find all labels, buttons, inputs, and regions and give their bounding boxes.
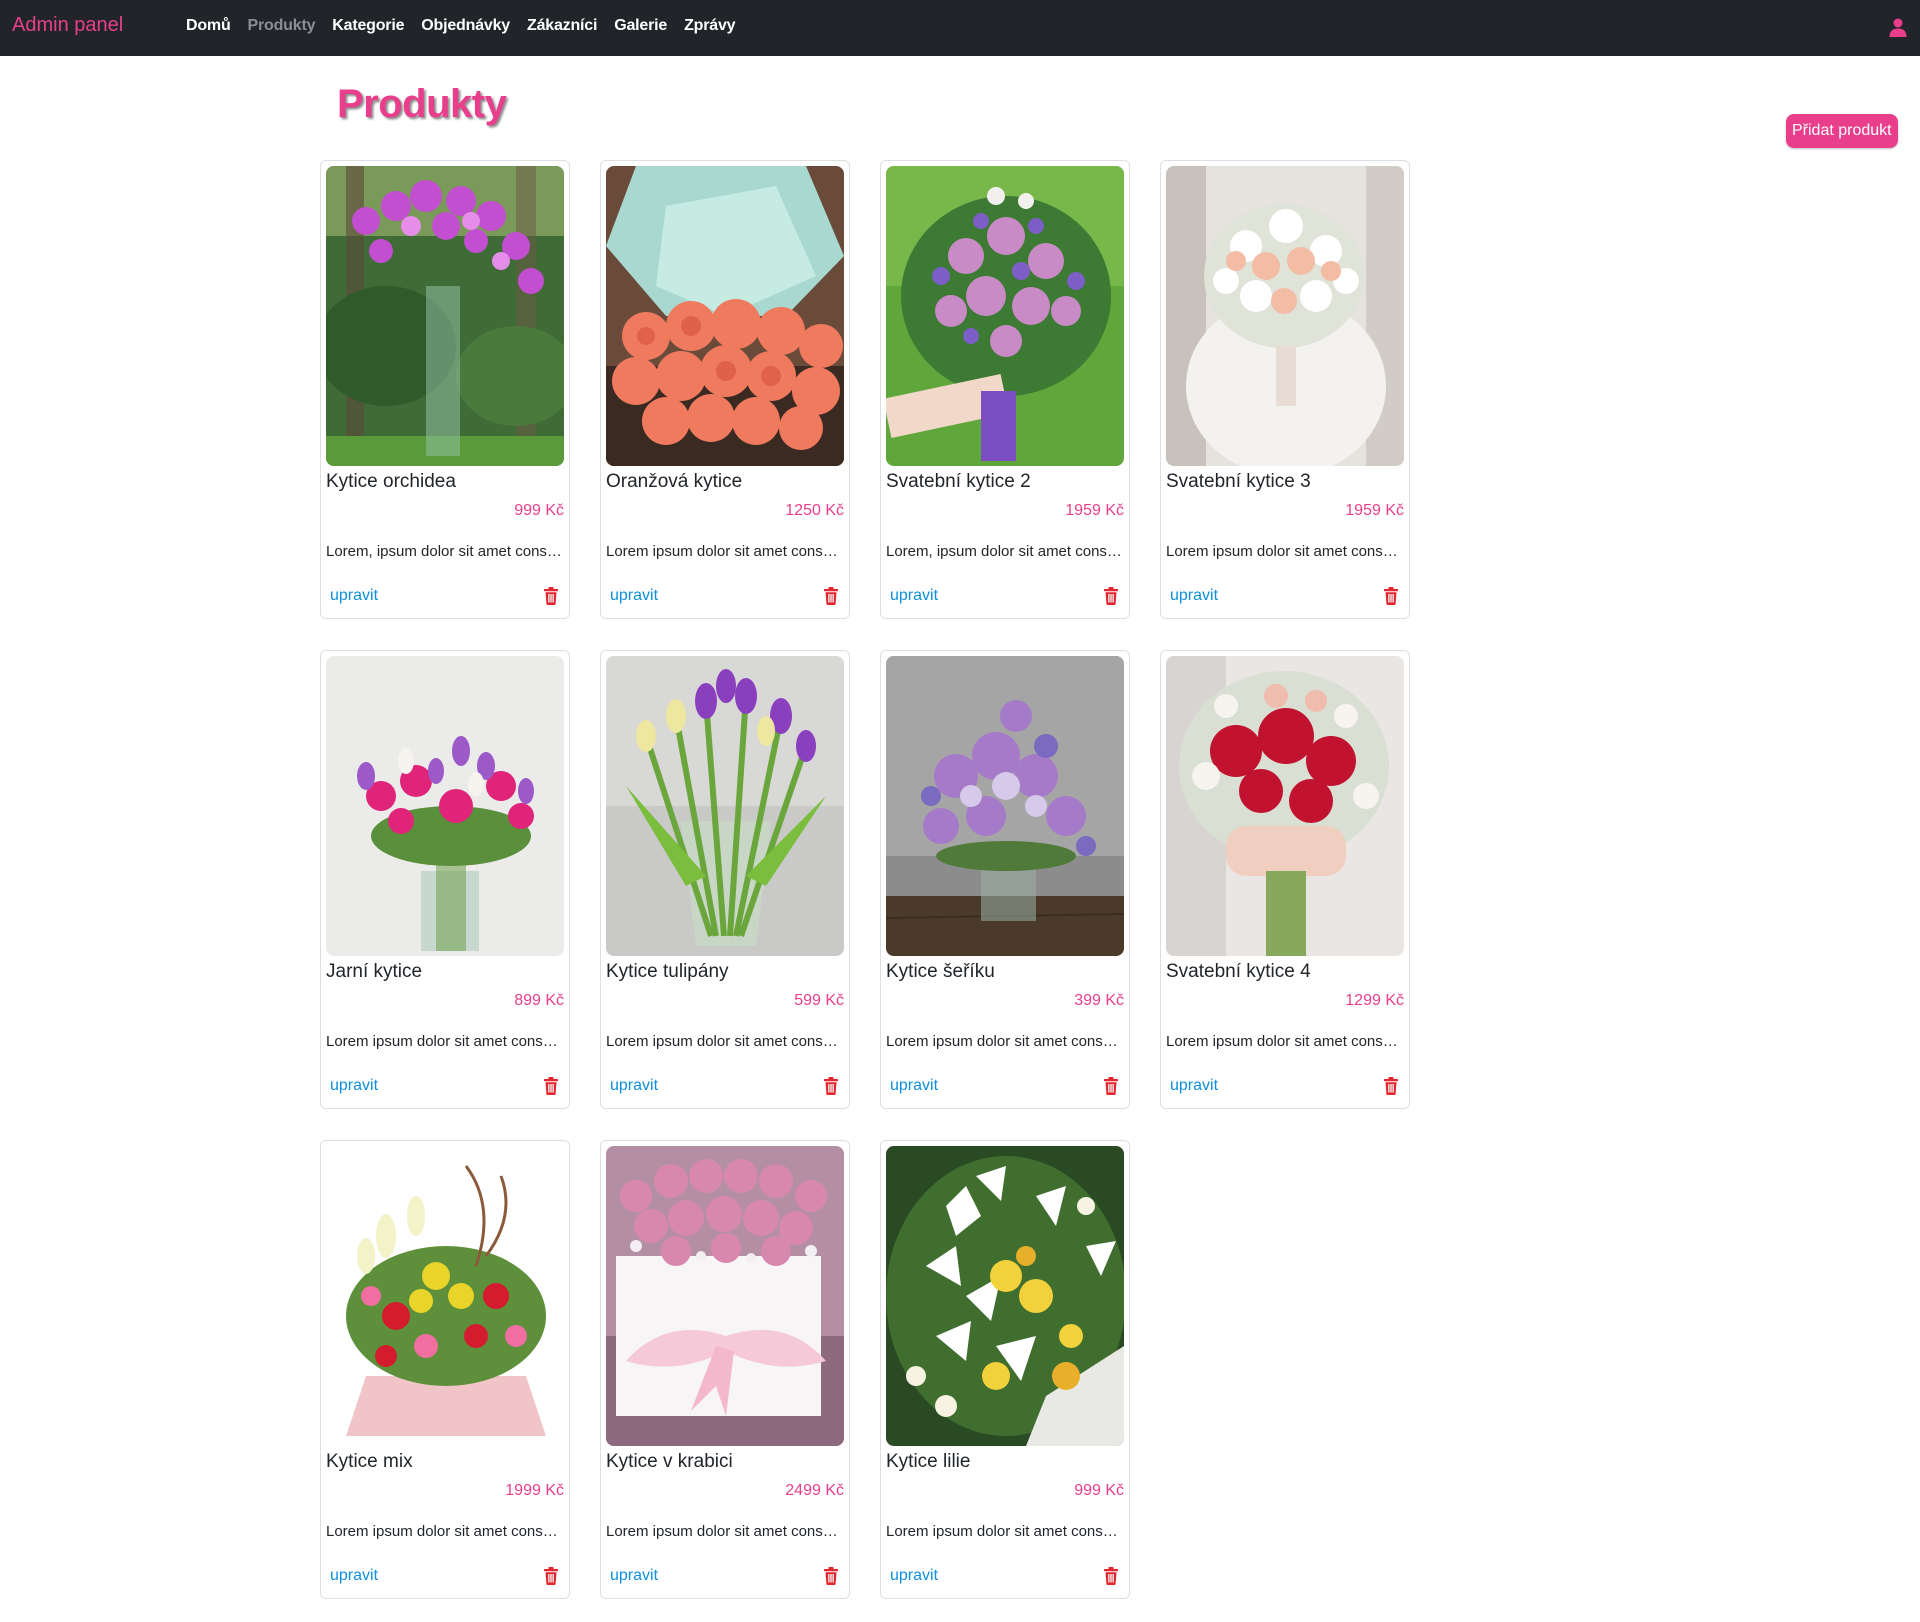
product-price: 1959 Kč bbox=[1345, 502, 1404, 519]
product-price: 899 Kč bbox=[514, 992, 564, 1009]
edit-product-link[interactable]: upravit bbox=[890, 587, 938, 605]
product-description: Lorem ipsum dolor sit amet consectetur a… bbox=[1166, 1033, 1406, 1050]
top-navbar: Admin panel Domů Produkty Kategorie Obje… bbox=[0, 0, 1920, 56]
brand-link[interactable]: Admin panel bbox=[12, 14, 123, 37]
product-name: Svatební kytice 4 bbox=[1166, 961, 1311, 982]
product-name: Kytice lilie bbox=[886, 1451, 971, 1472]
edit-product-link[interactable]: upravit bbox=[330, 1077, 378, 1095]
product-name: Kytice orchidea bbox=[326, 471, 456, 492]
trash-icon[interactable] bbox=[1383, 1077, 1399, 1095]
product-description: Lorem, ipsum dolor sit amet consectetur … bbox=[886, 543, 1126, 560]
product-card: Kytice mix 1999 Kč Lorem ipsum dolor sit… bbox=[320, 1140, 570, 1599]
edit-product-link[interactable]: upravit bbox=[890, 1077, 938, 1095]
nav-link-zpravy[interactable]: Zprávy bbox=[684, 17, 735, 35]
product-price: 599 Kč bbox=[794, 992, 844, 1009]
product-image-roses-box-photo bbox=[606, 1146, 844, 1446]
trash-icon[interactable] bbox=[1383, 587, 1399, 605]
nav-link-produkty[interactable]: Produkty bbox=[248, 17, 316, 35]
product-price: 399 Kč bbox=[1074, 992, 1124, 1009]
product-description: Lorem ipsum dolor sit amet consectetur a… bbox=[326, 1033, 566, 1050]
product-image-orchid-bouquet-photo bbox=[326, 166, 564, 466]
product-price: 1959 Kč bbox=[1065, 502, 1124, 519]
product-description: Lorem, ipsum dolor sit amet consectetur … bbox=[326, 543, 566, 560]
product-image-mixed-bouquet-photo bbox=[326, 1146, 564, 1446]
product-price: 1250 Kč bbox=[785, 502, 844, 519]
trash-icon[interactable] bbox=[1103, 1077, 1119, 1095]
page-title: Produkty bbox=[337, 82, 507, 126]
product-image-lilac-vase-photo bbox=[886, 656, 1124, 956]
trash-icon[interactable] bbox=[543, 1567, 559, 1585]
edit-product-link[interactable]: upravit bbox=[610, 1077, 658, 1095]
product-price: 2499 Kč bbox=[785, 1482, 844, 1499]
edit-product-link[interactable]: upravit bbox=[1170, 587, 1218, 605]
trash-icon[interactable] bbox=[823, 587, 839, 605]
product-card: Kytice tulipány 599 Kč Lorem ipsum dolor… bbox=[600, 650, 850, 1109]
product-image-orange-roses-photo bbox=[606, 166, 844, 466]
edit-product-link[interactable]: upravit bbox=[1170, 1077, 1218, 1095]
nav-link-galerie[interactable]: Galerie bbox=[614, 17, 667, 35]
edit-product-link[interactable]: upravit bbox=[610, 587, 658, 605]
product-name: Kytice v krabici bbox=[606, 1451, 733, 1472]
product-image-wedding-bouquet-purple-photo bbox=[886, 166, 1124, 466]
product-description: Lorem ipsum dolor sit amet consectetur a… bbox=[606, 1523, 846, 1540]
add-product-button[interactable]: Přidat produkt bbox=[1786, 114, 1898, 148]
trash-icon[interactable] bbox=[543, 587, 559, 605]
trash-icon[interactable] bbox=[823, 1077, 839, 1095]
product-card: Svatební kytice 3 1959 Kč Lorem ipsum do… bbox=[1160, 160, 1410, 619]
product-card: Svatební kytice 2 1959 Kč Lorem, ipsum d… bbox=[880, 160, 1130, 619]
edit-product-link[interactable]: upravit bbox=[610, 1567, 658, 1585]
trash-icon[interactable] bbox=[1103, 587, 1119, 605]
nav-link-objednavky[interactable]: Objednávky bbox=[421, 17, 510, 35]
product-name: Svatební kytice 2 bbox=[886, 471, 1031, 492]
product-card: Kytice v krabici 2499 Kč Lorem ipsum dol… bbox=[600, 1140, 850, 1599]
product-image-tulips-vase-photo bbox=[606, 656, 844, 956]
product-image-spring-bouquet-photo bbox=[326, 656, 564, 956]
product-image-wedding-bouquet-white-photo bbox=[1166, 166, 1404, 466]
product-description: Lorem ipsum dolor sit amet consectetur a… bbox=[606, 1033, 846, 1050]
product-card: Oranžová kytice 1250 Kč Lorem ipsum dolo… bbox=[600, 160, 850, 619]
product-card: Kytice orchidea 999 Kč Lorem, ipsum dolo… bbox=[320, 160, 570, 619]
nav-link-kategorie[interactable]: Kategorie bbox=[332, 17, 404, 35]
product-name: Kytice tulipány bbox=[606, 961, 729, 982]
product-image-wedding-bouquet-red-photo bbox=[1166, 656, 1404, 956]
product-description: Lorem ipsum dolor sit amet consectetur a… bbox=[1166, 543, 1406, 560]
product-price: 1299 Kč bbox=[1345, 992, 1404, 1009]
user-icon[interactable] bbox=[1888, 17, 1908, 37]
nav-link-domu[interactable]: Domů bbox=[186, 17, 231, 35]
product-price: 1999 Kč bbox=[505, 1482, 564, 1499]
product-card: Svatební kytice 4 1299 Kč Lorem ipsum do… bbox=[1160, 650, 1410, 1109]
product-price: 999 Kč bbox=[1074, 1482, 1124, 1499]
product-description: Lorem ipsum dolor sit amet consectetur a… bbox=[886, 1523, 1126, 1540]
product-name: Kytice mix bbox=[326, 1451, 413, 1472]
product-card: Kytice lilie 999 Kč Lorem ipsum dolor si… bbox=[880, 1140, 1130, 1599]
product-description: Lorem ipsum dolor sit amet consectetur a… bbox=[606, 543, 846, 560]
product-name: Svatební kytice 3 bbox=[1166, 471, 1311, 492]
product-image-lilies-bouquet-photo bbox=[886, 1146, 1124, 1446]
product-price: 999 Kč bbox=[514, 502, 564, 519]
product-card: Jarní kytice 899 Kč Lorem ipsum dolor si… bbox=[320, 650, 570, 1109]
product-card: Kytice šeříku 399 Kč Lorem ipsum dolor s… bbox=[880, 650, 1130, 1109]
edit-product-link[interactable]: upravit bbox=[890, 1567, 938, 1585]
product-name: Kytice šeříku bbox=[886, 961, 995, 982]
trash-icon[interactable] bbox=[543, 1077, 559, 1095]
edit-product-link[interactable]: upravit bbox=[330, 1567, 378, 1585]
product-name: Jarní kytice bbox=[326, 961, 423, 982]
product-description: Lorem ipsum dolor sit amet consectetur a… bbox=[326, 1523, 566, 1540]
nav-link-zakaznici[interactable]: Zákazníci bbox=[527, 17, 597, 35]
product-description: Lorem ipsum dolor sit amet consectetur a… bbox=[886, 1033, 1126, 1050]
trash-icon[interactable] bbox=[1103, 1567, 1119, 1585]
edit-product-link[interactable]: upravit bbox=[330, 587, 378, 605]
trash-icon[interactable] bbox=[823, 1567, 839, 1585]
main-nav: Domů Produkty Kategorie Objednávky Zákaz… bbox=[186, 17, 752, 35]
product-name: Oranžová kytice bbox=[606, 471, 743, 492]
